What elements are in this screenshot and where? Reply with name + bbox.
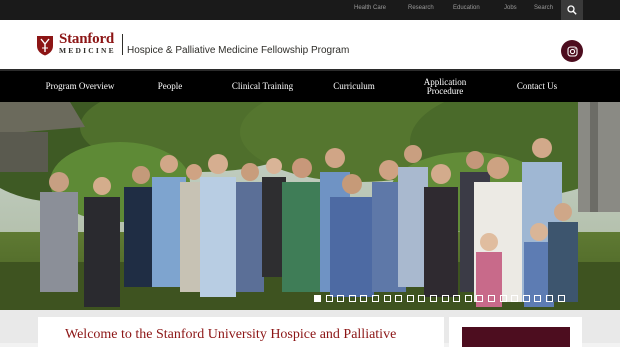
slide-dot[interactable] <box>406 295 414 302</box>
instagram-icon <box>566 45 578 57</box>
slide-dot[interactable] <box>383 295 391 302</box>
nav-clinical-training[interactable]: Clinical Training <box>215 71 310 102</box>
sidebar-card-header <box>462 327 570 347</box>
site-header: Stanford MEDICINE Hospice & Palliative M… <box>0 20 620 69</box>
nav-application-procedure[interactable]: Application Procedure <box>405 71 485 102</box>
slide-dot[interactable] <box>546 295 553 302</box>
slide-dot[interactable] <box>360 295 368 302</box>
search-button[interactable] <box>561 0 583 20</box>
slide-dot[interactable] <box>511 295 519 302</box>
slideshow-pager <box>0 295 620 303</box>
slide-dot[interactable] <box>534 295 542 302</box>
hero-slideshow[interactable] <box>0 102 620 310</box>
slide-dot[interactable] <box>314 295 321 302</box>
util-link-search[interactable]: Search <box>534 5 553 11</box>
util-link-research[interactable]: Research <box>408 5 434 11</box>
slide-dot[interactable] <box>453 295 461 302</box>
slide-dot[interactable] <box>441 295 449 302</box>
logo-stanford[interactable]: Stanford <box>59 32 114 47</box>
slide-dot[interactable] <box>325 295 333 302</box>
util-link-jobs[interactable]: Jobs <box>504 5 517 11</box>
slide-dot[interactable] <box>372 295 379 302</box>
nav-program-overview[interactable]: Program Overview <box>30 71 130 102</box>
logo-medicine[interactable]: MEDICINE <box>59 47 116 55</box>
instagram-button[interactable] <box>561 40 583 62</box>
slide-dot[interactable] <box>464 295 472 302</box>
logo-divider <box>122 34 123 55</box>
slide-dot[interactable] <box>337 295 345 302</box>
slide-dot[interactable] <box>418 295 426 302</box>
nav-people[interactable]: People <box>140 71 200 102</box>
main-nav: Program Overview People Clinical Trainin… <box>0 69 620 102</box>
stanford-shield-icon[interactable] <box>36 35 54 56</box>
nav-curriculum[interactable]: Curriculum <box>318 71 390 102</box>
slide-dot[interactable] <box>430 295 437 302</box>
welcome-heading: Welcome to the Stanford University Hospi… <box>65 327 397 342</box>
slide-dot[interactable] <box>522 295 530 302</box>
group-photo <box>0 102 620 310</box>
program-name[interactable]: Hospice & Palliative Medicine Fellowship… <box>127 45 349 56</box>
util-link-education[interactable]: Education <box>453 5 480 11</box>
nav-contact-us[interactable]: Contact Us <box>503 71 571 102</box>
utility-bar: Health Care Research Education Jobs Sear… <box>0 0 620 20</box>
slide-dot[interactable] <box>499 295 507 302</box>
slide-dot[interactable] <box>395 295 403 302</box>
slide-dot[interactable] <box>557 295 565 302</box>
util-link-health-care[interactable]: Health Care <box>354 5 386 11</box>
slide-dot[interactable] <box>348 295 356 302</box>
slide-dot[interactable] <box>488 295 495 302</box>
slide-dot[interactable] <box>476 295 484 302</box>
search-icon <box>567 5 577 15</box>
